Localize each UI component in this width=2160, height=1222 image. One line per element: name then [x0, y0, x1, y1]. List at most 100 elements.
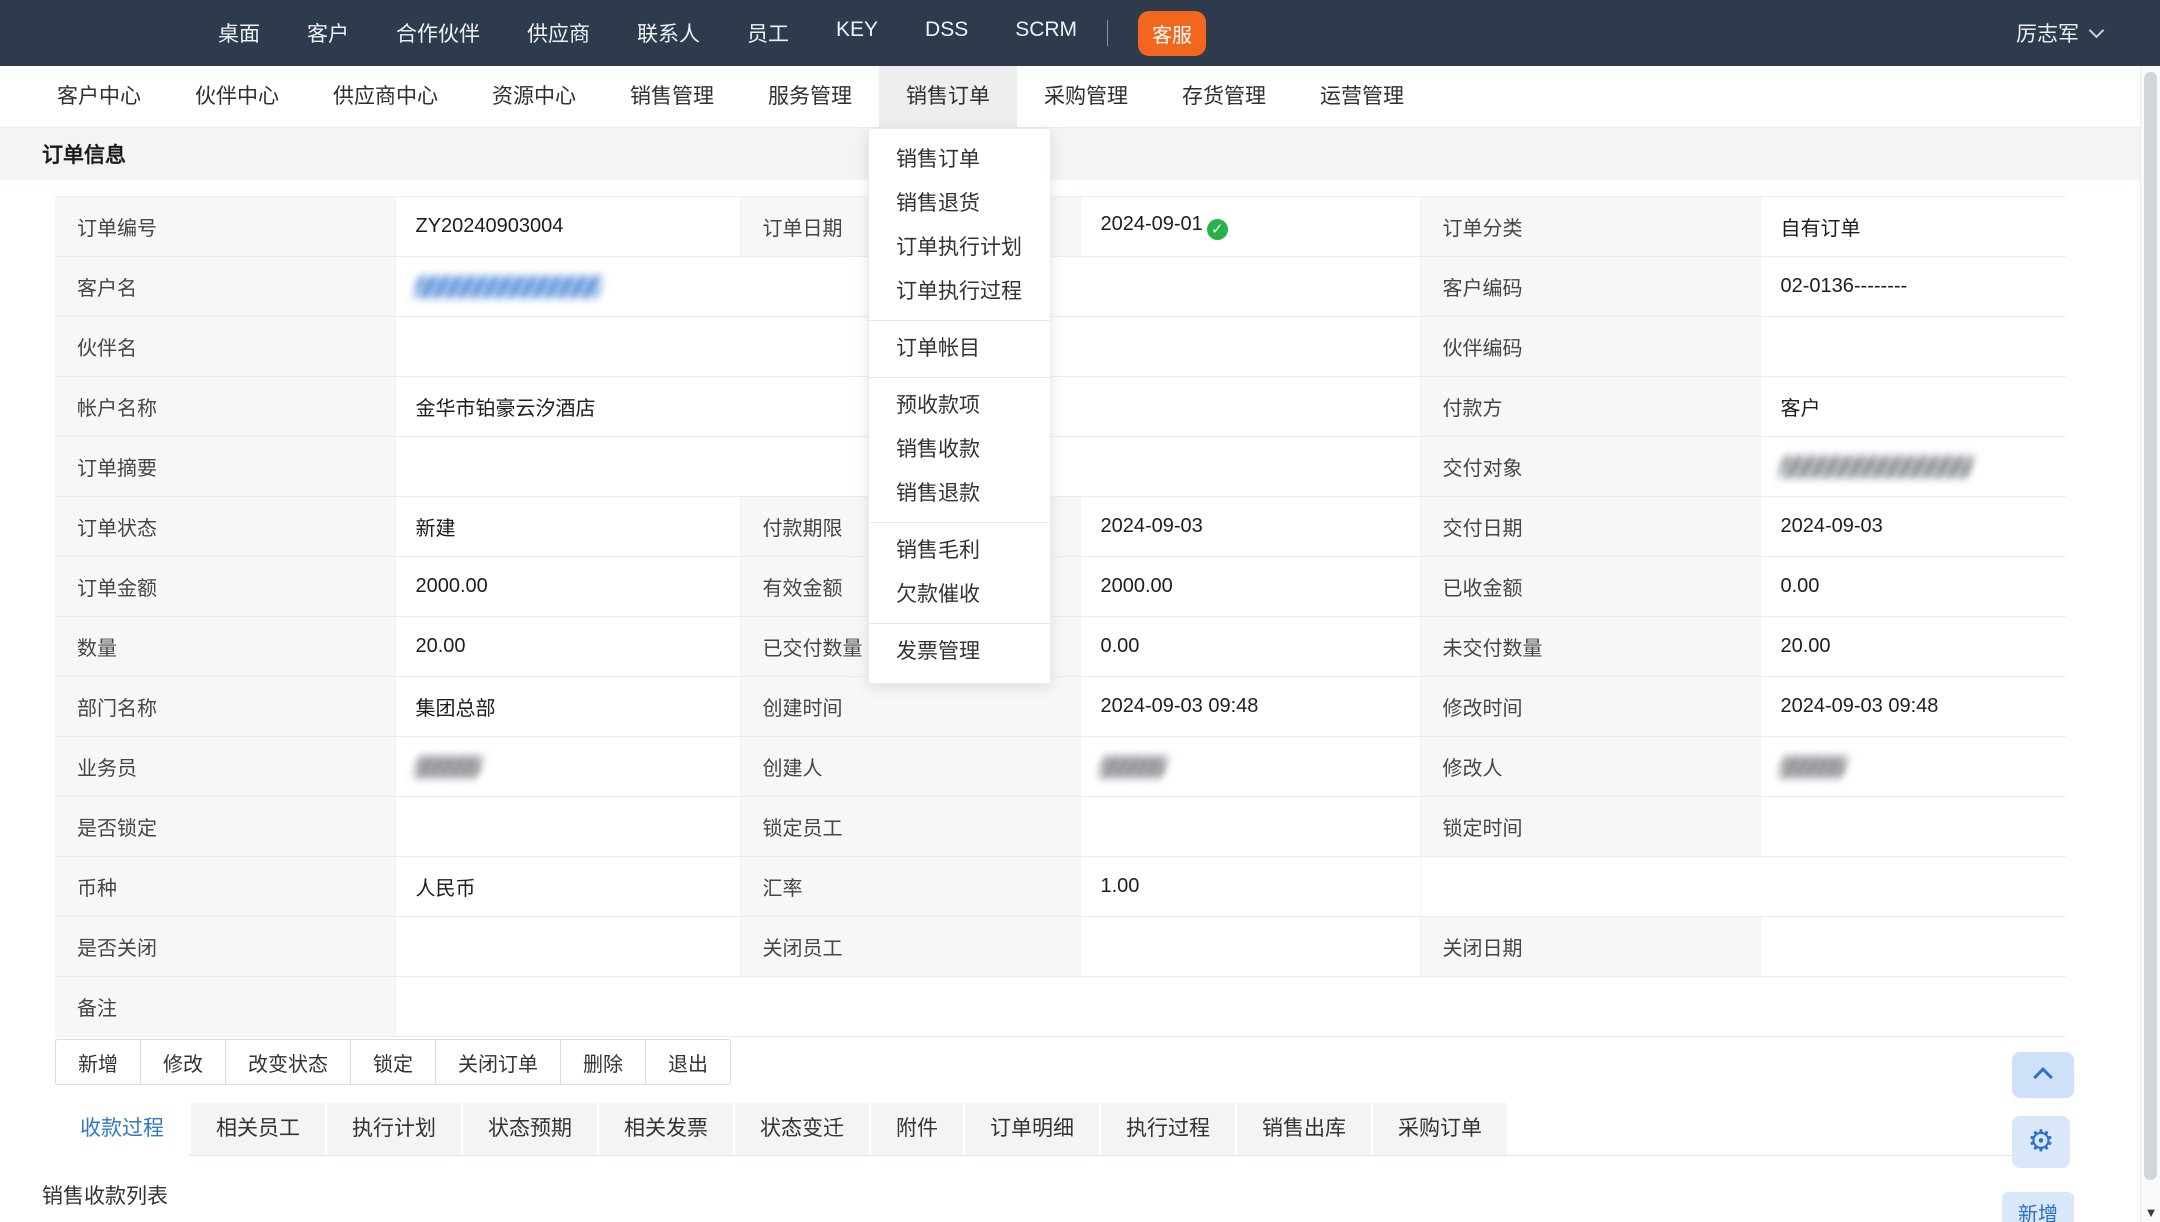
menu-item[interactable]: 发票管理	[869, 630, 1050, 674]
topnav-item[interactable]: 桌面	[218, 18, 260, 48]
mainnav-item[interactable]: 资源中心	[465, 66, 603, 127]
action-button[interactable]: 删除	[560, 1039, 646, 1085]
field-label: 币种	[55, 857, 395, 917]
tab[interactable]: 执行计划	[327, 1103, 461, 1155]
field-text: 业务员	[77, 758, 137, 780]
collapse-button[interactable]	[2012, 1052, 2074, 1098]
action-button[interactable]: 退出	[645, 1039, 731, 1085]
field-value: 2000.00	[1080, 557, 1420, 617]
menu-item[interactable]: 预收款项	[869, 384, 1050, 428]
field-text: 新建	[416, 518, 456, 540]
menu-item[interactable]: 订单执行计划	[869, 226, 1050, 270]
tab[interactable]: 订单明细	[965, 1103, 1099, 1155]
topnav-item[interactable]: 联系人	[637, 18, 700, 48]
user-menu[interactable]: 厉志军	[2016, 18, 2102, 48]
action-button[interactable]: 锁定	[350, 1039, 436, 1085]
field-value: 2024-09-03	[1760, 497, 2066, 557]
tab[interactable]: 执行过程	[1101, 1103, 1235, 1155]
action-button[interactable]: 关闭订单	[435, 1039, 561, 1085]
mainnav-item[interactable]: 存货管理	[1155, 66, 1293, 127]
masked-text	[1098, 756, 1167, 778]
mainnav-item-active[interactable]: 销售订单	[879, 66, 1017, 127]
action-button[interactable]: 修改	[140, 1039, 226, 1085]
table-row: 订单编号ZY20240903004订单日期2024-09-01✓订单分类自有订单	[55, 197, 2066, 257]
field-text: 付款期限	[763, 518, 843, 540]
field-value: 集团总部	[395, 677, 740, 737]
tab[interactable]: 状态变迁	[735, 1103, 869, 1155]
field-value: 人民币	[395, 857, 740, 917]
sales-order-dropdown: 销售订单销售退货订单执行计划订单执行过程订单帐目预收款项销售收款销售退款销售毛利…	[868, 128, 1051, 684]
field-label: 业务员	[55, 737, 395, 797]
mainnav-item[interactable]: 运营管理	[1293, 66, 1431, 127]
field-value: 1.00	[1080, 857, 1420, 917]
field-value	[1080, 797, 1420, 857]
add-button[interactable]: 新增	[2002, 1192, 2074, 1222]
field-text: 02-0136--------	[1781, 275, 1908, 297]
field-label: 未交付数量	[1420, 617, 1760, 677]
field-text: 订单分类	[1443, 218, 1523, 240]
scrollbar[interactable]: ▼	[2140, 66, 2160, 1222]
tab-active[interactable]: 收款过程	[55, 1103, 189, 1156]
field-label: 订单摘要	[55, 437, 395, 497]
menu-item[interactable]: 订单执行过程	[869, 270, 1050, 314]
menu-item[interactable]: 销售退货	[869, 182, 1050, 226]
tab[interactable]: 相关发票	[599, 1103, 733, 1155]
support-badge[interactable]: 客服	[1138, 11, 1206, 56]
field-label: 创建人	[740, 737, 1080, 797]
chevron-down-icon	[2089, 22, 2105, 38]
mainnav-item[interactable]: 供应商中心	[306, 66, 465, 127]
mainnav-item[interactable]: 客户中心	[30, 66, 168, 127]
field-label: 订单分类	[1420, 197, 1760, 257]
menu-item[interactable]: 销售退款	[869, 472, 1050, 516]
field-text: 关闭日期	[1443, 938, 1523, 960]
field-label: 汇率	[740, 857, 1080, 917]
field-text: 交付对象	[1443, 458, 1523, 480]
field-text: 2024-09-01	[1101, 213, 1203, 235]
topnav-item[interactable]: 员工	[747, 18, 789, 48]
field-text: 2000.00	[416, 575, 488, 597]
table-row: 数量20.00已交付数量0.00未交付数量20.00	[55, 617, 2066, 677]
menu-item[interactable]: 欠款催收	[869, 573, 1050, 617]
field-label: 订单金额	[55, 557, 395, 617]
table-row: 订单摘要 交付对象	[55, 437, 2066, 497]
topnav-item[interactable]: 客户	[307, 18, 349, 48]
topnav-items: 桌面 客户 合作伙伴 供应商 联系人 员工 KEY DSS SCRM	[218, 18, 1077, 48]
field-label: 关闭员工	[740, 917, 1080, 977]
menu-item[interactable]: 订单帐目	[869, 327, 1050, 371]
tab[interactable]: 相关员工	[191, 1103, 325, 1155]
topnav-item[interactable]: 合作伙伴	[396, 18, 480, 48]
field-value	[1080, 737, 1420, 797]
tab[interactable]: 附件	[871, 1103, 963, 1155]
tab[interactable]: 采购订单	[1373, 1103, 1507, 1155]
settings-button[interactable]: ⚙	[2012, 1116, 2070, 1168]
mainnav-item[interactable]: 服务管理	[741, 66, 879, 127]
topnav-item[interactable]: SCRM	[1015, 18, 1077, 48]
menu-group: 销售毛利欠款催收	[869, 522, 1050, 623]
scroll-down-icon[interactable]: ▼	[2141, 1205, 2160, 1220]
top-navbar: 桌面 客户 合作伙伴 供应商 联系人 员工 KEY DSS SCRM 客服 厉志军	[0, 0, 2160, 66]
field-label: 付款方	[1420, 377, 1760, 437]
action-button[interactable]: 新增	[55, 1039, 141, 1085]
field-text: 客户名	[77, 278, 137, 300]
field-text: 1.00	[1101, 875, 1140, 897]
tab[interactable]: 销售出库	[1237, 1103, 1371, 1155]
topnav-item[interactable]: KEY	[836, 18, 878, 48]
action-button[interactable]: 改变状态	[225, 1039, 351, 1085]
field-label: 客户编码	[1420, 257, 1760, 317]
menu-item[interactable]: 销售收款	[869, 428, 1050, 472]
mainnav-item[interactable]: 伙伴中心	[168, 66, 306, 127]
topnav-item[interactable]: DSS	[925, 18, 968, 48]
menu-item[interactable]: 销售订单	[869, 138, 1050, 182]
field-text: 客户编码	[1443, 278, 1523, 300]
field-label: 客户名	[55, 257, 395, 317]
menu-group: 发票管理	[869, 623, 1050, 680]
mainnav-item[interactable]: 销售管理	[603, 66, 741, 127]
mainnav-item[interactable]: 采购管理	[1017, 66, 1155, 127]
menu-item[interactable]: 销售毛利	[869, 529, 1050, 573]
field-text: 20.00	[416, 635, 466, 657]
tab[interactable]: 状态预期	[463, 1103, 597, 1155]
topnav-item[interactable]: 供应商	[527, 18, 590, 48]
field-value	[1080, 917, 1420, 977]
field-label: 已收金额	[1420, 557, 1760, 617]
scrollbar-thumb[interactable]	[2144, 72, 2157, 1180]
